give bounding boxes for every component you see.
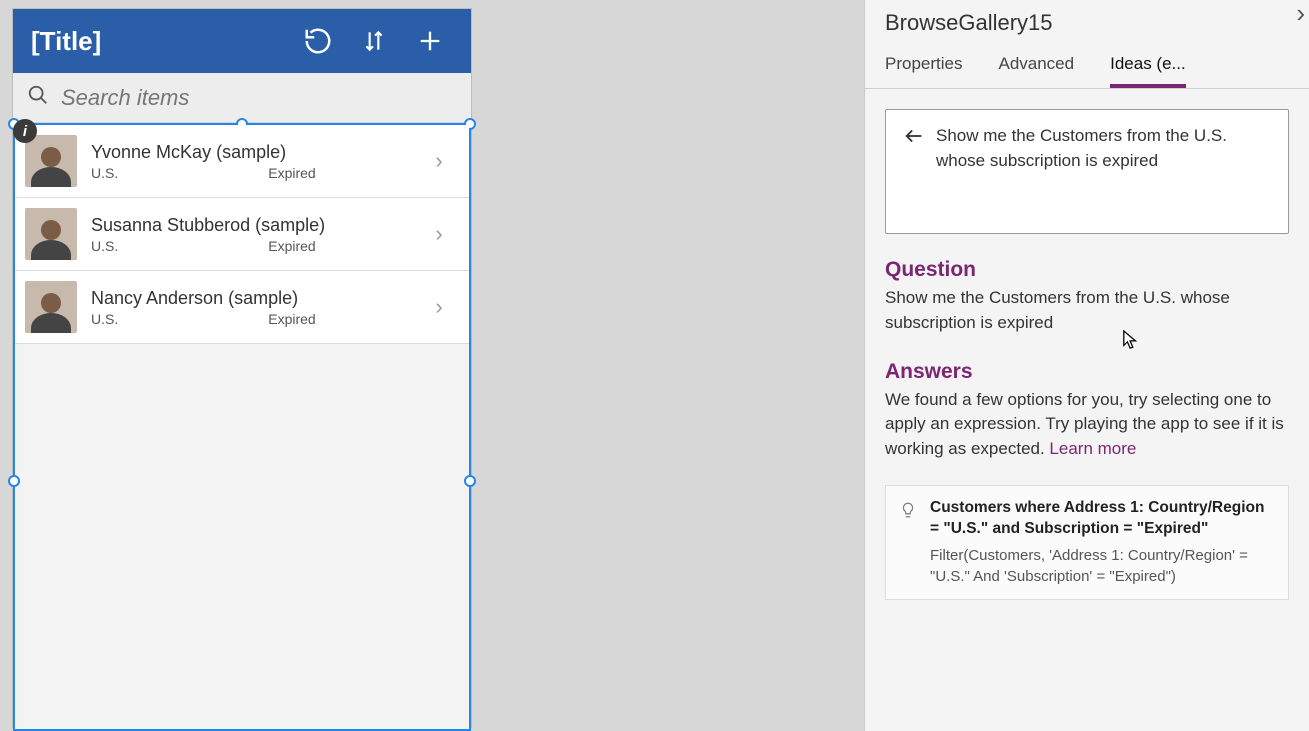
- search-input[interactable]: [61, 85, 457, 111]
- answers-text: We found a few options for you, try sele…: [885, 388, 1289, 462]
- avatar: [25, 135, 77, 187]
- info-icon[interactable]: i: [13, 119, 37, 143]
- question-heading: Question: [885, 258, 1289, 282]
- chevron-right-icon[interactable]: ›: [425, 147, 453, 175]
- lightbulb-icon: [898, 498, 918, 520]
- refresh-button[interactable]: [295, 18, 341, 64]
- avatar: [25, 281, 77, 333]
- app-header: [Title]: [13, 9, 471, 73]
- app-preview: [Title] i Yvonne McKay (sample) U.S.: [12, 8, 472, 728]
- customer-status: Expired: [268, 165, 315, 181]
- search-row: [13, 73, 471, 123]
- browse-gallery[interactable]: i Yvonne McKay (sample) U.S. Expired › S…: [13, 123, 471, 731]
- customer-name: Yvonne McKay (sample): [91, 142, 425, 163]
- customer-country: U.S.: [91, 165, 118, 181]
- customer-country: U.S.: [91, 238, 118, 254]
- tab-advanced[interactable]: Advanced: [998, 48, 1074, 88]
- customer-status: Expired: [268, 238, 315, 254]
- gallery-item[interactable]: Yvonne McKay (sample) U.S. Expired ›: [15, 125, 469, 198]
- customer-country: U.S.: [91, 311, 118, 327]
- question-text: Show me the Customers from the U.S. whos…: [885, 286, 1289, 335]
- chevron-right-icon[interactable]: ›: [425, 293, 453, 321]
- customer-name: Susanna Stubberod (sample): [91, 215, 425, 236]
- answers-heading: Answers: [885, 360, 1289, 384]
- customer-name: Nancy Anderson (sample): [91, 288, 425, 309]
- search-icon: [27, 84, 49, 111]
- suggestion-description: Customers where Address 1: Country/Regio…: [930, 498, 1274, 540]
- ideas-query-text: Show me the Customers from the U.S. whos…: [936, 124, 1272, 173]
- suggestion-formula: Filter(Customers, 'Address 1: Country/Re…: [930, 546, 1274, 587]
- gallery-item[interactable]: Susanna Stubberod (sample) U.S. Expired …: [15, 198, 469, 271]
- tab-ideas[interactable]: Ideas (e...: [1110, 48, 1186, 88]
- gallery-item[interactable]: Nancy Anderson (sample) U.S. Expired ›: [15, 271, 469, 344]
- sort-button[interactable]: [351, 18, 397, 64]
- property-pane: › BrowseGallery15 Properties Advanced Id…: [864, 0, 1309, 731]
- pane-chevron-right-icon[interactable]: ›: [1296, 0, 1305, 29]
- avatar: [25, 208, 77, 260]
- pane-tabs: Properties Advanced Ideas (e...: [865, 48, 1309, 89]
- suggestion-card[interactable]: Customers where Address 1: Country/Regio…: [885, 485, 1289, 599]
- selected-control-name: BrowseGallery15: [865, 6, 1309, 48]
- ideas-query-box[interactable]: Show me the Customers from the U.S. whos…: [885, 109, 1289, 234]
- learn-more-link[interactable]: Learn more: [1049, 439, 1136, 458]
- customer-status: Expired: [268, 311, 315, 327]
- chevron-right-icon[interactable]: ›: [425, 220, 453, 248]
- tab-properties[interactable]: Properties: [885, 48, 962, 88]
- add-button[interactable]: [407, 18, 453, 64]
- back-arrow-icon[interactable]: [902, 124, 926, 148]
- resize-handle[interactable]: [8, 475, 20, 487]
- app-title: [Title]: [31, 26, 285, 57]
- resize-handle[interactable]: [464, 475, 476, 487]
